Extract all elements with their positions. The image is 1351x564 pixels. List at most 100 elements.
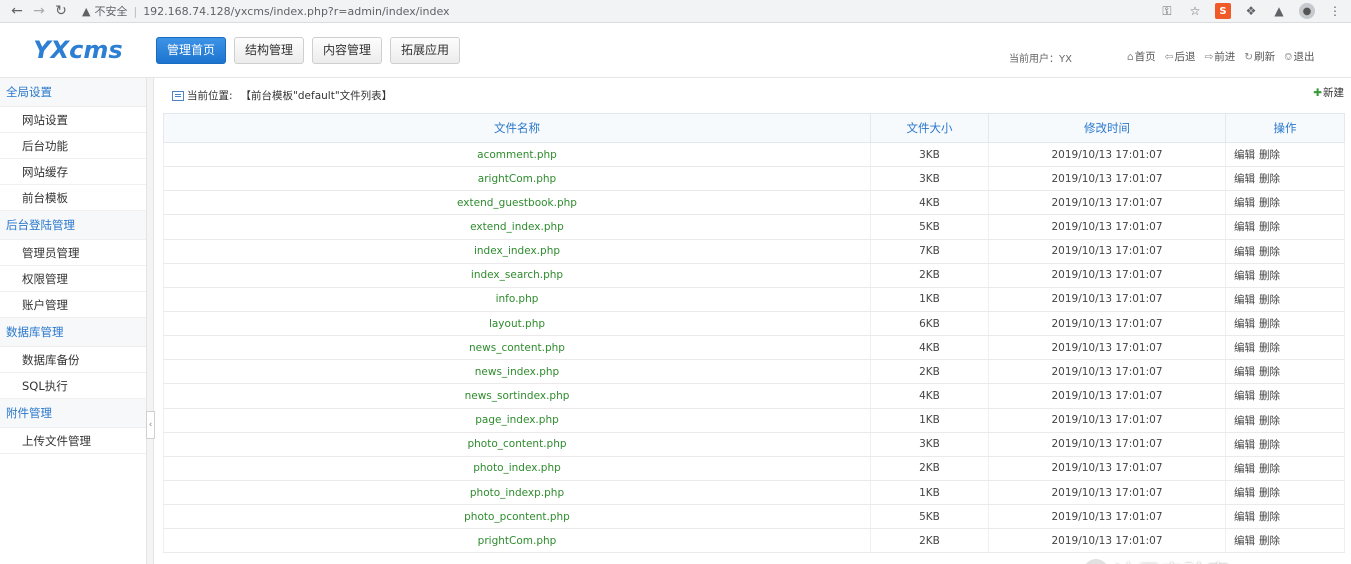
delete-link[interactable]: 删除 bbox=[1259, 390, 1280, 402]
file-name-cell[interactable]: index_search.php bbox=[163, 263, 871, 288]
edit-link[interactable]: 编辑 bbox=[1234, 463, 1255, 475]
sidebar-item-upload-files[interactable]: 上传文件管理 bbox=[0, 428, 146, 454]
column-header-size: 文件大小 bbox=[870, 113, 989, 143]
edit-link[interactable]: 编辑 bbox=[1234, 173, 1255, 185]
edit-link[interactable]: 编辑 bbox=[1234, 246, 1255, 258]
file-name-cell[interactable]: acomment.php bbox=[163, 142, 871, 168]
sidebar-item-sql-execute[interactable]: SQL执行 bbox=[0, 373, 146, 399]
delete-link[interactable]: 删除 bbox=[1259, 487, 1280, 499]
extension-icon[interactable]: S bbox=[1215, 3, 1231, 19]
table-row: photo_indexp.php 1KB 2019/10/13 17:01:07 编辑… bbox=[163, 480, 1345, 506]
table-row: prightCom.php 2KB 2019/10/13 17:01:07 编辑 删除 bbox=[163, 528, 1345, 554]
file-name-cell[interactable]: arightCom.php bbox=[163, 166, 871, 192]
file-name-cell[interactable]: photo_pcontent.php bbox=[163, 504, 871, 530]
delete-link[interactable]: 删除 bbox=[1259, 221, 1280, 233]
edit-link[interactable]: 编辑 bbox=[1234, 487, 1255, 499]
file-name-cell[interactable]: photo_index.php bbox=[163, 456, 871, 481]
tab-admin-home[interactable]: 管理首页 bbox=[156, 36, 227, 64]
file-name-cell[interactable]: index_index.php bbox=[163, 239, 871, 264]
delete-link[interactable]: 删除 bbox=[1259, 415, 1280, 427]
sidebar-group-database[interactable]: 数据库管理 bbox=[0, 318, 146, 347]
delete-link[interactable]: 删除 bbox=[1259, 246, 1280, 258]
sidebar-item-site-settings[interactable]: 网站设置 bbox=[0, 107, 146, 133]
sidebar-item-frontend-templates[interactable]: 前台模板 bbox=[0, 185, 146, 211]
new-file-button[interactable]: ✚新建 bbox=[1313, 85, 1344, 100]
address-bar[interactable]: ▲ 不安全 | 192.168.74.128/yxcms/index.php?r… bbox=[78, 1, 1118, 21]
file-name-cell[interactable]: layout.php bbox=[163, 311, 871, 337]
sidebar-group-global-settings[interactable]: 全局设置 bbox=[0, 78, 146, 107]
tab-extensions[interactable]: 拓展应用 bbox=[390, 36, 461, 64]
edit-link[interactable]: 编辑 bbox=[1234, 149, 1255, 161]
sidebar-item-site-cache[interactable]: 网站缓存 bbox=[0, 159, 146, 185]
file-name-cell[interactable]: news_index.php bbox=[163, 359, 871, 385]
file-name-cell[interactable]: page_index.php bbox=[163, 408, 871, 433]
edit-link[interactable]: 编辑 bbox=[1234, 415, 1255, 427]
sidebar-item-permission-management[interactable]: 权限管理 bbox=[0, 266, 146, 292]
delete-link[interactable]: 删除 bbox=[1259, 439, 1280, 451]
sidebar-item-account-management[interactable]: 账户管理 bbox=[0, 292, 146, 318]
delete-link[interactable]: 删除 bbox=[1259, 463, 1280, 475]
home-icon: ⌂ bbox=[1127, 51, 1134, 63]
sidebar-group-login-management[interactable]: 后台登陆管理 bbox=[0, 211, 146, 240]
tab-content[interactable]: 内容管理 bbox=[312, 36, 383, 64]
file-actions-cell: 编辑 删除 bbox=[1225, 432, 1345, 457]
profile-avatar-icon[interactable]: ● bbox=[1299, 3, 1315, 19]
file-name-cell[interactable]: news_content.php bbox=[163, 335, 871, 361]
collapse-sidebar-icon[interactable]: ‹ bbox=[146, 411, 155, 439]
file-name-cell[interactable]: prightCom.php bbox=[163, 528, 871, 554]
delete-link[interactable]: 删除 bbox=[1259, 270, 1280, 282]
menu-dots-icon[interactable]: ⋮ bbox=[1327, 3, 1343, 19]
file-name-cell[interactable]: info.php bbox=[163, 287, 871, 312]
edit-link[interactable]: 编辑 bbox=[1234, 366, 1255, 378]
sidebar-item-admin-management[interactable]: 管理员管理 bbox=[0, 240, 146, 266]
table-row: photo_index.php 2KB 2019/10/13 17:01:07 编辑删… bbox=[163, 456, 1345, 481]
star-icon[interactable]: ☆ bbox=[1187, 3, 1203, 19]
reload-icon[interactable]: ↻ bbox=[50, 3, 72, 19]
puzzle-icon[interactable]: ❖ bbox=[1243, 3, 1259, 19]
tab-structure[interactable]: 结构管理 bbox=[234, 36, 305, 64]
security-label: 不安全 bbox=[94, 5, 128, 18]
edit-link[interactable]: 编辑 bbox=[1234, 511, 1255, 523]
file-size-cell: 1KB bbox=[870, 287, 989, 312]
logout-link[interactable]: ⎊退出 bbox=[1284, 49, 1314, 64]
flask-icon[interactable]: ▲ bbox=[1271, 3, 1287, 19]
edit-link[interactable]: 编辑 bbox=[1234, 318, 1255, 330]
back-arrow-icon[interactable]: ← bbox=[6, 3, 28, 19]
refresh-link[interactable]: ↻刷新 bbox=[1244, 49, 1275, 64]
delete-link[interactable]: 删除 bbox=[1259, 173, 1280, 185]
file-name-cell[interactable]: extend_index.php bbox=[163, 214, 871, 240]
file-mtime-cell: 2019/10/13 17:01:07 bbox=[988, 359, 1226, 385]
delete-link[interactable]: 删除 bbox=[1259, 511, 1280, 523]
file-size-cell: 2KB bbox=[870, 359, 989, 385]
file-name-cell[interactable]: news_sortindex.php bbox=[163, 383, 871, 409]
file-name-cell[interactable]: extend_guestbook.php bbox=[163, 190, 871, 216]
delete-link[interactable]: 删除 bbox=[1259, 149, 1280, 161]
sidebar-item-database-backup[interactable]: 数据库备份 bbox=[0, 347, 146, 373]
key-icon[interactable]: ⚿ bbox=[1159, 3, 1175, 19]
url-text[interactable]: 192.168.74.128/yxcms/index.php?r=admin/i… bbox=[143, 5, 449, 18]
edit-link[interactable]: 编辑 bbox=[1234, 439, 1255, 451]
home-link[interactable]: ⌂首页 bbox=[1127, 49, 1156, 64]
edit-link[interactable]: 编辑 bbox=[1234, 390, 1255, 402]
forward-arrow-icon[interactable]: → bbox=[28, 3, 50, 19]
delete-link[interactable]: 删除 bbox=[1259, 535, 1280, 547]
list-icon bbox=[172, 90, 184, 101]
back-link[interactable]: ⇦后退 bbox=[1165, 49, 1196, 64]
edit-link[interactable]: 编辑 bbox=[1234, 535, 1255, 547]
delete-link[interactable]: 删除 bbox=[1259, 342, 1280, 354]
sidebar-item-backend-functions[interactable]: 后台功能 bbox=[0, 133, 146, 159]
forward-link[interactable]: ⇨前进 bbox=[1204, 49, 1235, 64]
delete-link[interactable]: 删除 bbox=[1259, 318, 1280, 330]
sidebar-group-attachments[interactable]: 附件管理 bbox=[0, 399, 146, 428]
edit-link[interactable]: 编辑 bbox=[1234, 221, 1255, 233]
delete-link[interactable]: 删除 bbox=[1259, 294, 1280, 306]
file-name-cell[interactable]: photo_indexp.php bbox=[163, 480, 871, 506]
edit-link[interactable]: 编辑 bbox=[1234, 270, 1255, 282]
edit-link[interactable]: 编辑 bbox=[1234, 197, 1255, 209]
delete-link[interactable]: 删除 bbox=[1259, 197, 1280, 209]
file-actions-cell: 编辑 删除 bbox=[1225, 214, 1345, 240]
delete-link[interactable]: 删除 bbox=[1259, 366, 1280, 378]
edit-link[interactable]: 编辑 bbox=[1234, 342, 1255, 354]
edit-link[interactable]: 编辑 bbox=[1234, 294, 1255, 306]
file-name-cell[interactable]: photo_content.php bbox=[163, 432, 871, 457]
